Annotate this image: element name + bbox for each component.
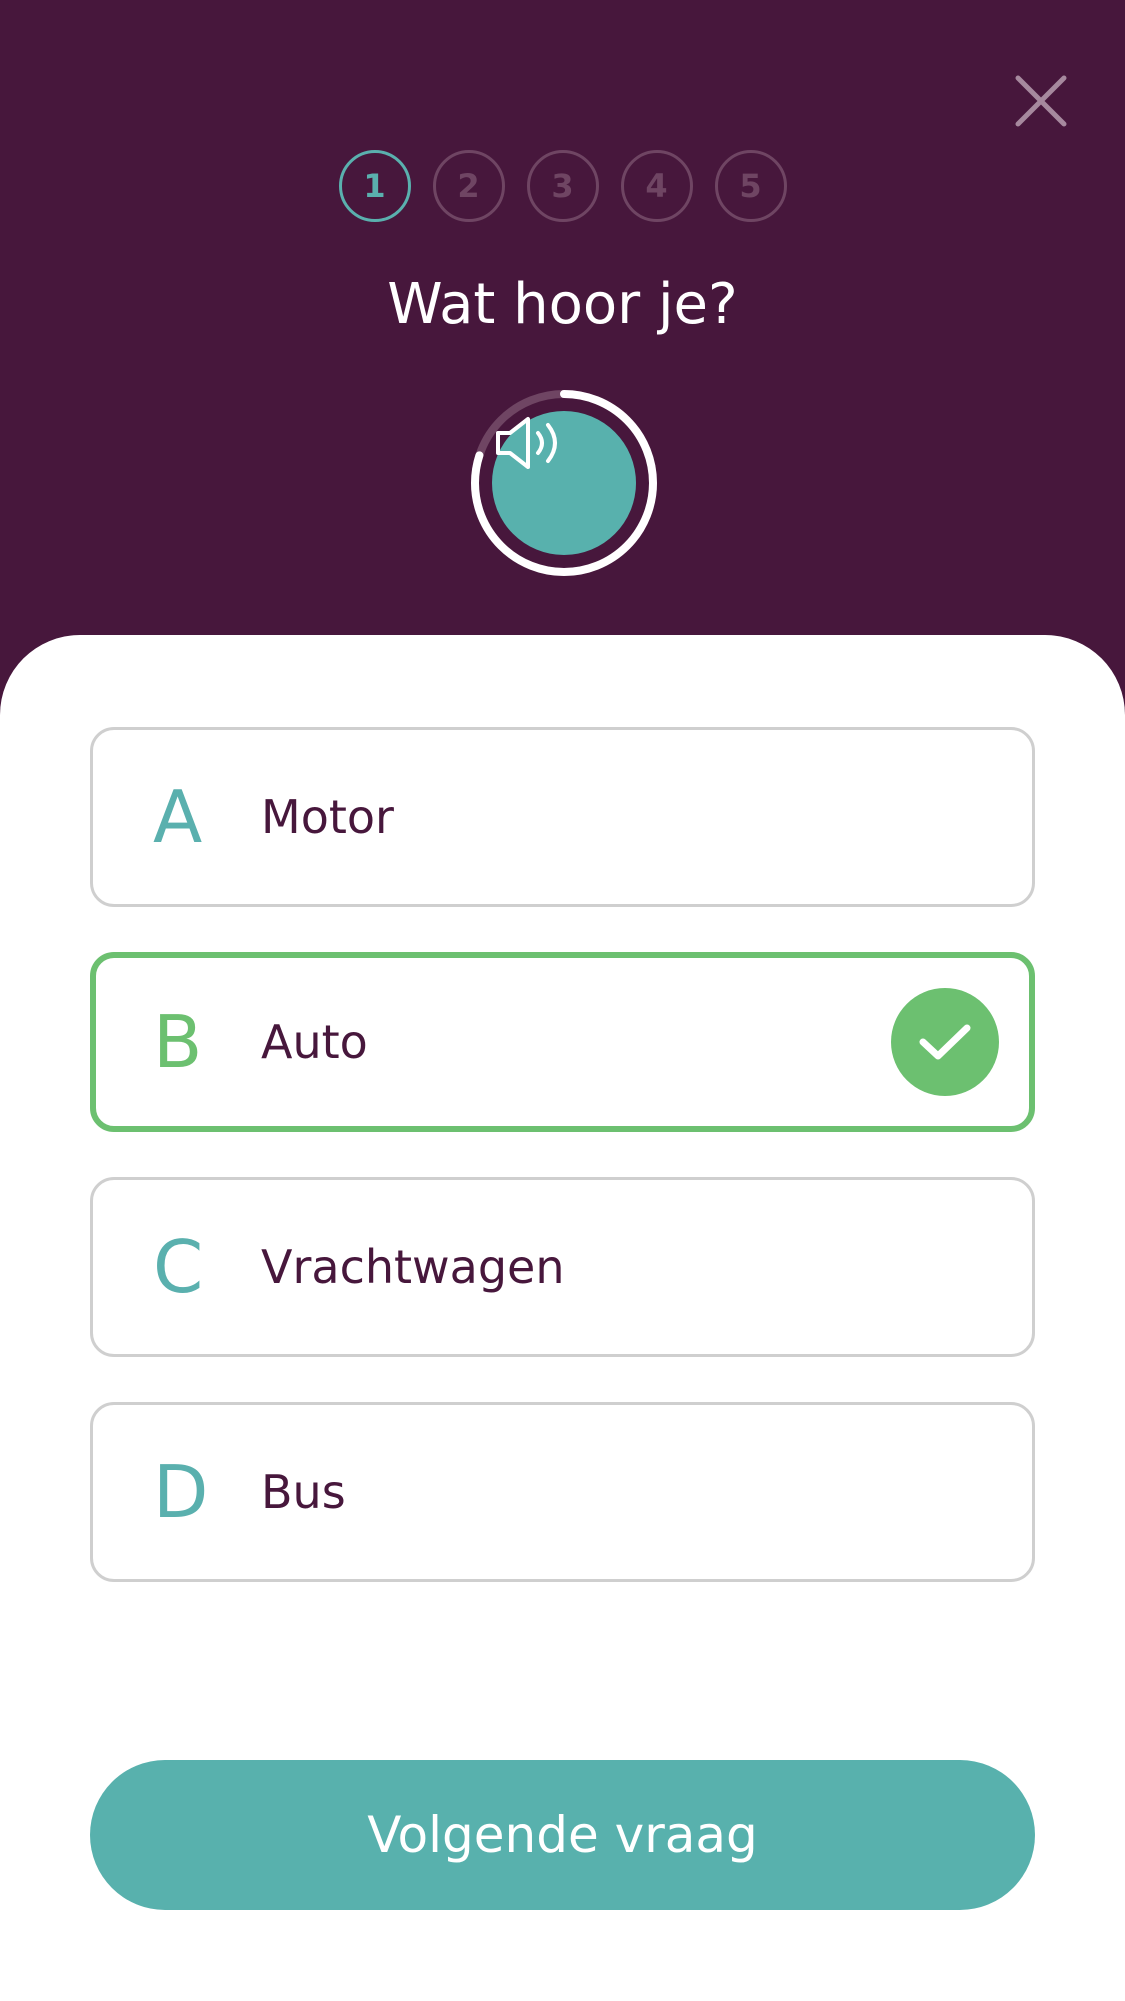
answer-option-c[interactable]: C Vrachtwagen: [90, 1177, 1035, 1357]
option-label: Bus: [261, 1465, 346, 1519]
answer-option-b[interactable]: B Auto: [90, 952, 1035, 1132]
question-title: Wat hoor je?: [387, 272, 738, 337]
option-letter: C: [153, 1225, 204, 1309]
audio-button-face: [492, 411, 636, 555]
question-header: 1 2 3 4 5 Wat hoor je?: [0, 0, 1125, 720]
step-5: 5: [714, 150, 787, 222]
option-letter: B: [153, 1000, 203, 1084]
close-button[interactable]: [1006, 66, 1076, 136]
speaker-icon: [496, 417, 557, 469]
option-label: Vrachtwagen: [261, 1240, 565, 1294]
answer-option-d[interactable]: D Bus: [90, 1402, 1035, 1582]
step-4: 4: [620, 150, 693, 222]
option-letter: D: [153, 1450, 209, 1534]
quiz-screen: 1 2 3 4 5 Wat hoor je? A Motor B Auto C …: [0, 0, 1125, 2001]
step-1: 1: [338, 150, 411, 222]
step-indicator: 1 2 3 4 5: [0, 150, 1125, 222]
option-label: Auto: [261, 1015, 368, 1069]
option-label: Motor: [261, 790, 394, 844]
correct-check-badge: [891, 988, 999, 1096]
step-2: 2: [432, 150, 505, 222]
close-icon: [1015, 75, 1067, 127]
step-3: 3: [526, 150, 599, 222]
answer-option-a[interactable]: A Motor: [90, 727, 1035, 907]
play-audio-button[interactable]: [469, 388, 659, 578]
option-letter: A: [153, 775, 203, 859]
checkmark-icon: [919, 1024, 971, 1060]
next-question-button[interactable]: Volgende vraag: [90, 1760, 1035, 1910]
